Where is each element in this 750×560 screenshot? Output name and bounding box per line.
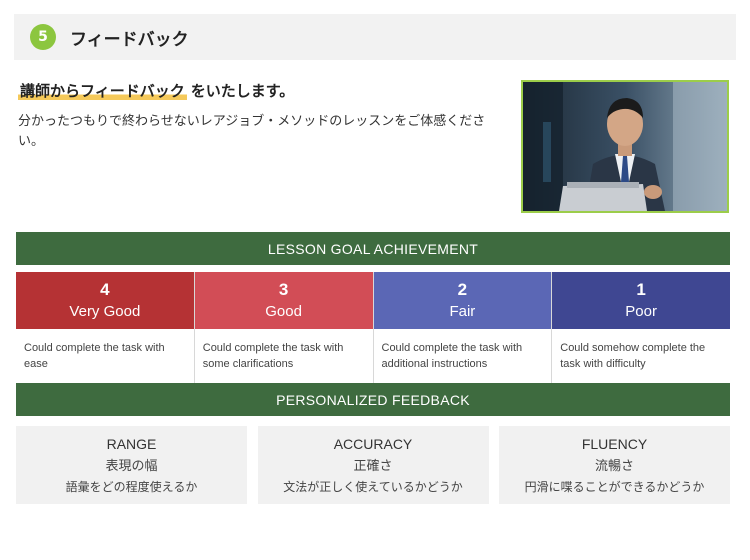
level-header: 3 Good [194,272,373,329]
level-label: Good [265,302,302,320]
level-fair: 2 Fair Could complete the task with addi… [373,272,553,385]
level-description: Could complete the task with additional … [373,329,552,385]
personalized-feedback-banner: PERSONALIZED FEEDBACK [16,383,730,416]
skill-name-jp: 流暢さ [594,458,634,474]
skill-question: 文法が正しく使えているかどうか [283,479,463,494]
skill-range: RANGE 表現の幅 語彙をどの程度使えるか [16,426,247,504]
level-header: 2 Fair [373,272,552,329]
lesson-goal-banner: LESSON GOAL ACHIEVEMENT [16,232,730,265]
intro-block: 講師からフィードバック をいたします。 分かったつもりで終わらせないレアジョブ・メ… [18,80,498,152]
feedback-skills: RANGE 表現の幅 語彙をどの程度使えるか ACCURACY 正確さ 文法が正… [16,426,730,504]
level-score: 3 [278,279,289,299]
level-poor: 1 Poor Could somehow complete the task w… [552,272,730,385]
skill-name-en: FLUENCY [581,435,648,452]
level-header: 1 Poor [552,272,730,329]
skill-name-en: ACCURACY [333,435,413,452]
skill-question: 語彙をどの程度使えるか [65,479,198,494]
level-good: 3 Good Could complete the task with some… [194,272,374,385]
level-very-good: 4 Very Good Could complete the task with… [16,272,195,385]
level-description: Could somehow complete the task with dif… [552,329,730,385]
skill-name-jp: 正確さ [353,458,393,474]
goal-levels: 4 Very Good Could complete the task with… [16,272,730,385]
section-header: 5 フィードバック [14,14,736,60]
skill-accuracy: ACCURACY 正確さ 文法が正しく使えているかどうか [257,426,489,504]
photo-illustration [523,82,727,211]
step-number-badge: 5 [30,24,56,50]
level-score: 2 [457,279,468,299]
level-description: Could complete the task with ease [16,329,194,385]
level-score: 4 [100,279,110,299]
skill-name-jp: 表現の幅 [105,458,158,474]
headline-highlight: 講師からフィードバック [18,82,187,100]
level-label: Fair [449,302,476,320]
skill-name-en: RANGE [106,435,157,452]
level-label: Very Good [69,302,141,320]
level-label: Poor [625,302,657,320]
section-title: フィードバック [70,29,189,50]
level-description: Could complete the task with some clarif… [194,329,373,385]
person-with-laptop-photo [521,80,729,213]
skill-fluency: FLUENCY 流暢さ 円滑に喋ることができるかどうか [499,426,730,504]
level-score: 1 [636,279,646,299]
skill-question: 円滑に喋ることができるかどうか [524,479,705,494]
intro-description: 分かったつもりで終わらせないレアジョブ・メソッドのレッスンをご体感ください。 [18,114,486,149]
headline-rest: をいたします。 [190,82,295,100]
intro-headline: 講師からフィードバック をいたします。 [18,80,498,102]
level-header: 4 Very Good [16,272,194,329]
